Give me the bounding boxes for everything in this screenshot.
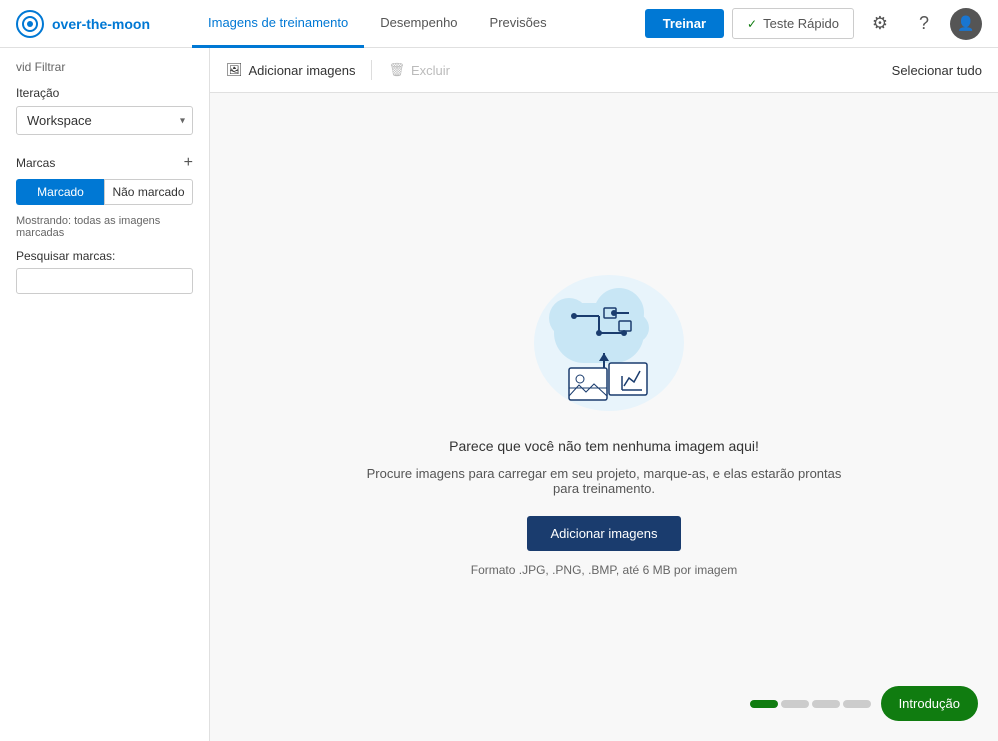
filter-label: vid Filtrar: [16, 60, 193, 74]
add-images-center-button[interactable]: Adicionar imagens: [527, 516, 682, 551]
quick-test-label: Teste Rápido: [763, 16, 839, 31]
empty-illustration: [514, 258, 694, 418]
dot-4: [843, 700, 871, 708]
tags-label: Marcas: [16, 156, 55, 170]
main-content: 🖼 Adicionar imagens 🗑 Excluir Selecionar…: [210, 48, 998, 741]
add-images-button[interactable]: 🖼 Adicionar imagens: [226, 58, 355, 82]
checkmark-icon: ✓: [747, 17, 757, 31]
iteration-selector[interactable]: Workspace ▾: [16, 106, 193, 135]
dot-1: [750, 700, 778, 708]
avatar-icon: 👤: [957, 15, 974, 32]
content-toolbar: 🖼 Adicionar imagens 🗑 Excluir Selecionar…: [210, 48, 998, 93]
tagged-button[interactable]: Marcado: [16, 179, 104, 205]
dot-3: [812, 700, 840, 708]
gear-icon: ⚙: [872, 13, 888, 34]
tab-predictions[interactable]: Previsões: [474, 0, 563, 48]
train-button[interactable]: Treinar: [645, 9, 724, 38]
select-all-button[interactable]: Selecionar tudo: [892, 63, 982, 78]
empty-subtitle: Procure imagens para carregar em seu pro…: [354, 466, 854, 496]
tab-performance[interactable]: Desempenho: [364, 0, 473, 48]
iteration-select[interactable]: Workspace: [16, 106, 193, 135]
untagged-button[interactable]: Não marcado: [104, 179, 193, 205]
image-icon: 🖼: [226, 62, 243, 78]
app-name: over-the-moon: [52, 16, 150, 32]
empty-state: Parece que você não tem nenhuma imagem a…: [210, 93, 998, 741]
page-layout: vid Filtrar Iteração Workspace ▾ Marcas …: [0, 48, 998, 741]
format-note: Formato .JPG, .PNG, .BMP, até 6 MB por i…: [471, 563, 738, 577]
plus-icon: +: [184, 155, 193, 171]
help-icon: ?: [919, 13, 929, 34]
user-avatar[interactable]: 👤: [950, 8, 982, 40]
showing-label: Mostrando: todas as imagens marcadas: [16, 215, 193, 239]
add-tag-button[interactable]: +: [184, 155, 193, 171]
settings-button[interactable]: ⚙: [862, 6, 898, 42]
help-button[interactable]: ?: [906, 6, 942, 42]
add-images-label: Adicionar imagens: [249, 63, 356, 78]
tab-training-images[interactable]: Imagens de treinamento: [192, 0, 364, 48]
progress-dots: [750, 700, 871, 708]
sidebar: vid Filtrar Iteração Workspace ▾ Marcas …: [0, 48, 210, 741]
dot-2: [781, 700, 809, 708]
empty-title: Parece que você não tem nenhuma imagem a…: [449, 438, 759, 454]
main-nav: Imagens de treinamento Desempenho Previs…: [192, 0, 629, 48]
tags-header: Marcas +: [16, 155, 193, 171]
delete-button[interactable]: 🗑 Excluir: [388, 58, 450, 82]
search-tags-label: Pesquisar marcas:: [16, 249, 193, 263]
iteration-label: Iteração: [16, 86, 193, 100]
search-tags-input[interactable]: [16, 268, 193, 294]
app-header: over-the-moon Imagens de treinamento Des…: [0, 0, 998, 48]
eye-icon: [16, 10, 44, 38]
intro-button[interactable]: Introdução: [881, 686, 978, 721]
delete-label: Excluir: [411, 63, 450, 78]
tag-toggle: Marcado Não marcado: [16, 179, 193, 205]
bottom-right-panel: Introdução: [750, 686, 978, 721]
quick-test-button[interactable]: ✓ Teste Rápido: [732, 8, 854, 39]
app-logo[interactable]: over-the-moon: [16, 10, 176, 38]
delete-icon: 🗑: [388, 62, 405, 78]
toolbar-separator: [371, 60, 372, 80]
header-actions: Treinar ✓ Teste Rápido ⚙ ? 👤: [645, 6, 982, 42]
